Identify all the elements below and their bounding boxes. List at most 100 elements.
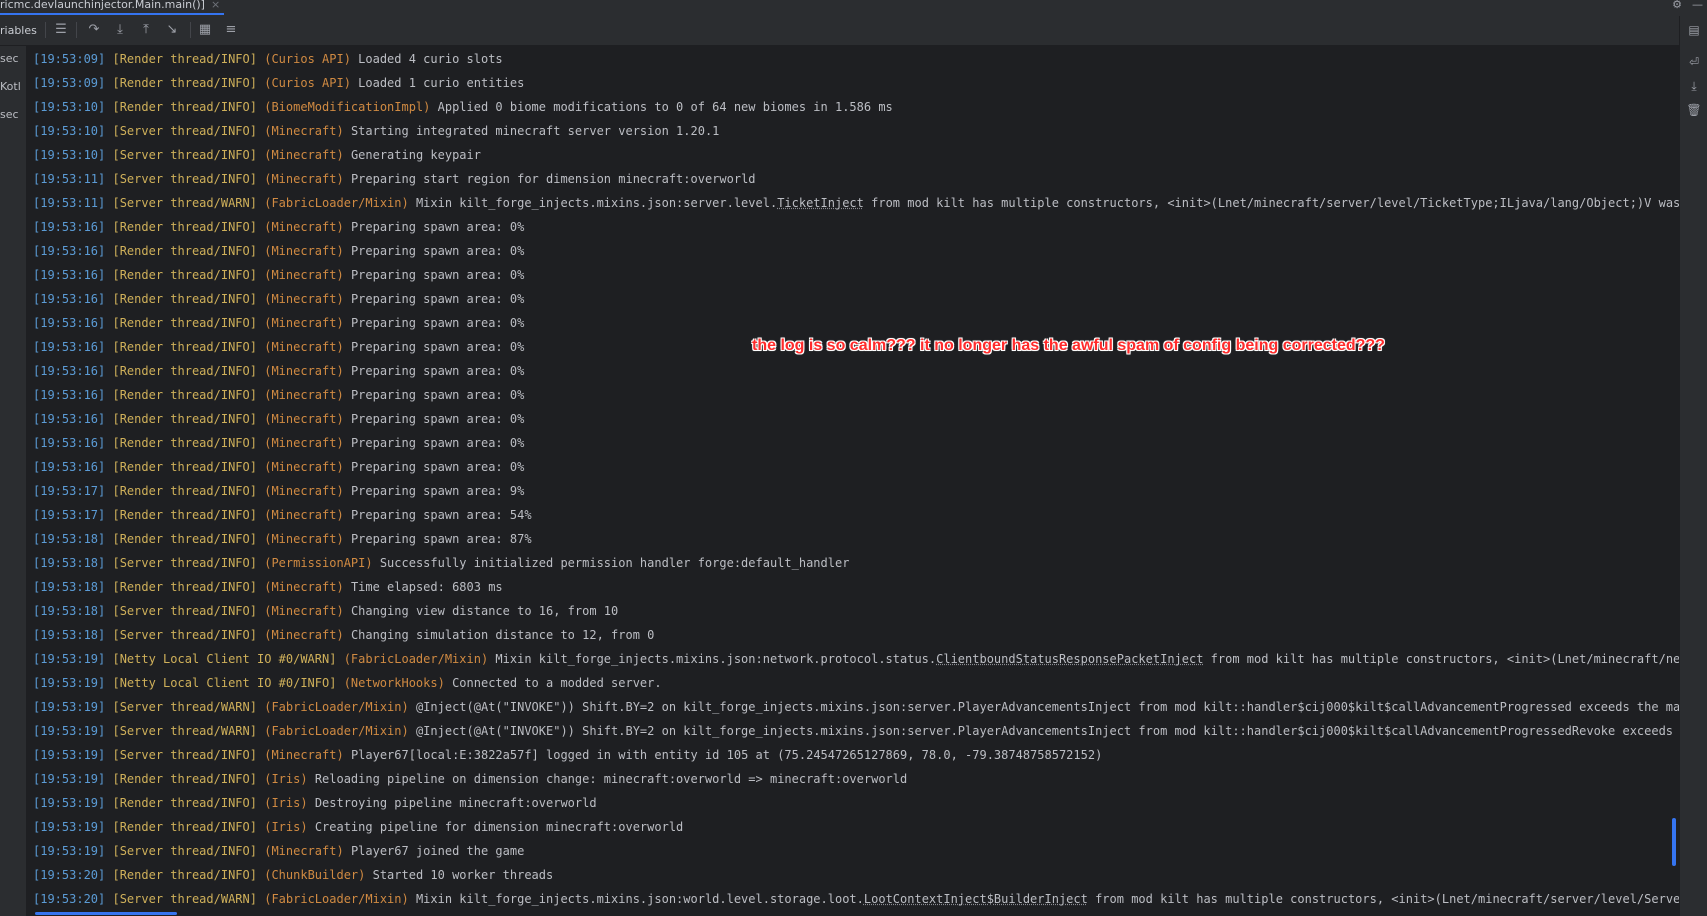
trash-icon[interactable]: 🗑 (1686, 102, 1702, 118)
log-message: Preparing spawn area: 0% (350, 340, 525, 354)
log-source: (Minecraft) (264, 580, 344, 594)
log-source: (Minecraft) (264, 844, 344, 858)
log-thread: [Server thread/WARN] (112, 724, 257, 738)
log-line[interactable]: [19:53:18] [Render thread/INFO] (Minecra… (33, 527, 532, 551)
log-thread: [Render thread/INFO] (112, 436, 257, 450)
variable-row[interactable]: Kotl (0, 80, 21, 93)
log-line[interactable]: [19:53:09] [Render thread/INFO] (Curios … (33, 47, 503, 71)
evaluate-icon[interactable]: ▦ (196, 21, 214, 39)
log-source: (Minecraft) (264, 364, 344, 378)
log-line[interactable]: [19:53:19] [Server thread/INFO] (Minecra… (33, 743, 1102, 767)
variables-tab-label[interactable]: riables (0, 24, 37, 37)
log-message: Preparing spawn area: 0% (350, 412, 525, 426)
log-line[interactable]: [19:53:19] [Netty Local Client IO #0/INF… (33, 671, 662, 695)
list-icon[interactable]: ☰ (52, 21, 70, 39)
log-message: @Inject(@At("INVOKE")) Shift.BY=2 on kil… (415, 724, 1679, 738)
log-line[interactable]: [19:53:18] [Render thread/INFO] (Minecra… (33, 575, 503, 599)
log-line[interactable]: [19:53:18] [Server thread/INFO] (Minecra… (33, 599, 618, 623)
log-timestamp: [19:53:10] (33, 100, 106, 114)
log-timestamp: [19:53:11] (33, 172, 106, 186)
log-line[interactable]: [19:53:20] [Render thread/INFO] (ChunkBu… (33, 863, 553, 887)
log-line[interactable]: [19:53:19] [Server thread/WARN] (FabricL… (33, 719, 1679, 743)
log-source: (Minecraft) (264, 436, 344, 450)
close-icon[interactable]: × (211, 0, 220, 11)
log-thread: [Server thread/INFO] (112, 172, 257, 186)
log-line[interactable]: [19:53:17] [Render thread/INFO] (Minecra… (33, 479, 524, 503)
gear-icon[interactable]: ⚙ (1672, 0, 1682, 14)
log-line[interactable]: [19:53:11] [Server thread/INFO] (Minecra… (33, 167, 756, 191)
log-line[interactable]: [19:53:16] [Render thread/INFO] (Minecra… (33, 455, 524, 479)
log-thread: [Render thread/INFO] (112, 316, 257, 330)
step-over-icon[interactable]: ↷ (85, 21, 103, 39)
log-line[interactable]: [19:53:16] [Render thread/INFO] (Minecra… (33, 431, 524, 455)
log-message: Started 10 worker threads (372, 868, 554, 882)
scroll-to-end-icon[interactable]: ⤓ (1686, 78, 1702, 94)
log-timestamp: [19:53:17] (33, 484, 106, 498)
run-tab[interactable]: ricmc.devlaunchinjector.Main.main()] × (0, 0, 224, 15)
log-message: Applied 0 biome modifications to 0 of 64… (437, 100, 893, 114)
layout-icon[interactable]: ▤ (1686, 22, 1702, 38)
log-message: Preparing spawn area: 9% (350, 484, 525, 498)
log-timestamp: [19:53:10] (33, 148, 106, 162)
log-class-link[interactable]: LootContextInject$BuilderInject (864, 892, 1088, 906)
variable-row[interactable]: sec (0, 108, 19, 121)
log-thread: [Render thread/INFO] (112, 100, 257, 114)
log-line[interactable]: [19:53:16] [Render thread/INFO] (Minecra… (33, 215, 524, 239)
log-line[interactable]: [19:53:19] [Netty Local Client IO #0/WAR… (33, 647, 1679, 671)
log-line[interactable]: [19:53:10] [Render thread/INFO] (BiomeMo… (33, 95, 893, 119)
log-thread: [Server thread/INFO] (112, 628, 257, 642)
log-line[interactable]: [19:53:11] [Server thread/WARN] (FabricL… (33, 191, 1679, 215)
log-thread: [Render thread/INFO] (112, 580, 257, 594)
log-line[interactable]: [19:53:19] [Render thread/INFO] (Iris) C… (33, 815, 683, 839)
log-source: (PermissionAPI) (264, 556, 373, 570)
log-line[interactable]: [19:53:19] [Render thread/INFO] (Iris) R… (33, 767, 907, 791)
log-line[interactable]: [19:53:09] [Render thread/INFO] (Curios … (33, 71, 524, 95)
horizontal-scrollbar[interactable] (35, 912, 177, 915)
log-line[interactable]: [19:53:16] [Render thread/INFO] (Minecra… (33, 239, 524, 263)
log-line[interactable]: [19:53:16] [Render thread/INFO] (Minecra… (33, 263, 524, 287)
log-line[interactable]: [19:53:16] [Render thread/INFO] (Minecra… (33, 407, 524, 431)
log-line[interactable]: [19:53:16] [Render thread/INFO] (Minecra… (33, 359, 524, 383)
run-to-cursor-icon[interactable]: ↘ (163, 21, 181, 39)
log-line[interactable]: [19:53:16] [Render thread/INFO] (Minecra… (33, 287, 524, 311)
log-message: Reloading pipeline on dimension change: … (314, 772, 908, 786)
minimize-icon[interactable]: — (1692, 0, 1703, 14)
log-source: (ChunkBuilder) (264, 868, 366, 882)
log-line[interactable]: [19:53:16] [Render thread/INFO] (Minecra… (33, 383, 524, 407)
log-source: (FabricLoader/Mixin) (264, 892, 409, 906)
log-line[interactable]: [19:53:10] [Server thread/INFO] (Minecra… (33, 119, 719, 143)
vertical-scrollbar[interactable] (1672, 818, 1676, 866)
log-line[interactable]: [19:53:18] [Server thread/INFO] (Permiss… (33, 551, 849, 575)
log-line[interactable]: [19:53:16] [Render thread/INFO] (Minecra… (33, 335, 524, 359)
step-out-icon[interactable]: ⤒ (137, 21, 155, 39)
log-thread: [Render thread/INFO] (112, 292, 257, 306)
log-timestamp: [19:53:16] (33, 412, 106, 426)
log-timestamp: [19:53:19] (33, 700, 106, 714)
log-line[interactable]: [19:53:10] [Server thread/INFO] (Minecra… (33, 143, 481, 167)
log-class-link[interactable]: ClientboundStatusResponsePacketInject (936, 652, 1203, 666)
console-output[interactable]: [19:53:09] [Render thread/INFO] (Curios … (27, 46, 1679, 916)
log-thread: [Render thread/INFO] (112, 772, 257, 786)
soft-wrap-icon[interactable]: ⏎ (1686, 54, 1702, 70)
log-line[interactable]: [19:53:16] [Render thread/INFO] (Minecra… (33, 311, 524, 335)
step-into-icon[interactable]: ⤓ (111, 21, 129, 39)
log-timestamp: [19:53:16] (33, 292, 106, 306)
log-timestamp: [19:53:19] (33, 844, 106, 858)
log-line[interactable]: [19:53:19] [Server thread/INFO] (Minecra… (33, 839, 524, 863)
log-timestamp: [19:53:16] (33, 436, 106, 450)
log-class-link[interactable]: TicketInject (777, 196, 864, 210)
log-line[interactable]: [19:53:18] [Server thread/INFO] (Minecra… (33, 623, 654, 647)
log-message: Destroying pipeline minecraft:overworld (314, 796, 597, 810)
log-message: Starting integrated minecraft server ver… (350, 124, 720, 138)
log-source: (Iris) (264, 772, 308, 786)
log-line[interactable]: [19:53:17] [Render thread/INFO] (Minecra… (33, 503, 532, 527)
log-line[interactable]: [19:53:19] [Render thread/INFO] (Iris) D… (33, 791, 597, 815)
trace-icon[interactable]: ≡ (222, 21, 240, 39)
variable-row[interactable]: sec (0, 52, 19, 65)
annotation-text: the log is so calm??? it no longer has t… (752, 337, 1385, 354)
log-timestamp: [19:53:19] (33, 748, 106, 762)
log-line[interactable]: [19:53:19] [Server thread/WARN] (FabricL… (33, 695, 1679, 719)
log-thread: [Render thread/INFO] (112, 412, 257, 426)
log-line[interactable]: [19:53:20] [Server thread/WARN] (FabricL… (33, 887, 1679, 911)
log-source: (BiomeModificationImpl) (264, 100, 431, 114)
